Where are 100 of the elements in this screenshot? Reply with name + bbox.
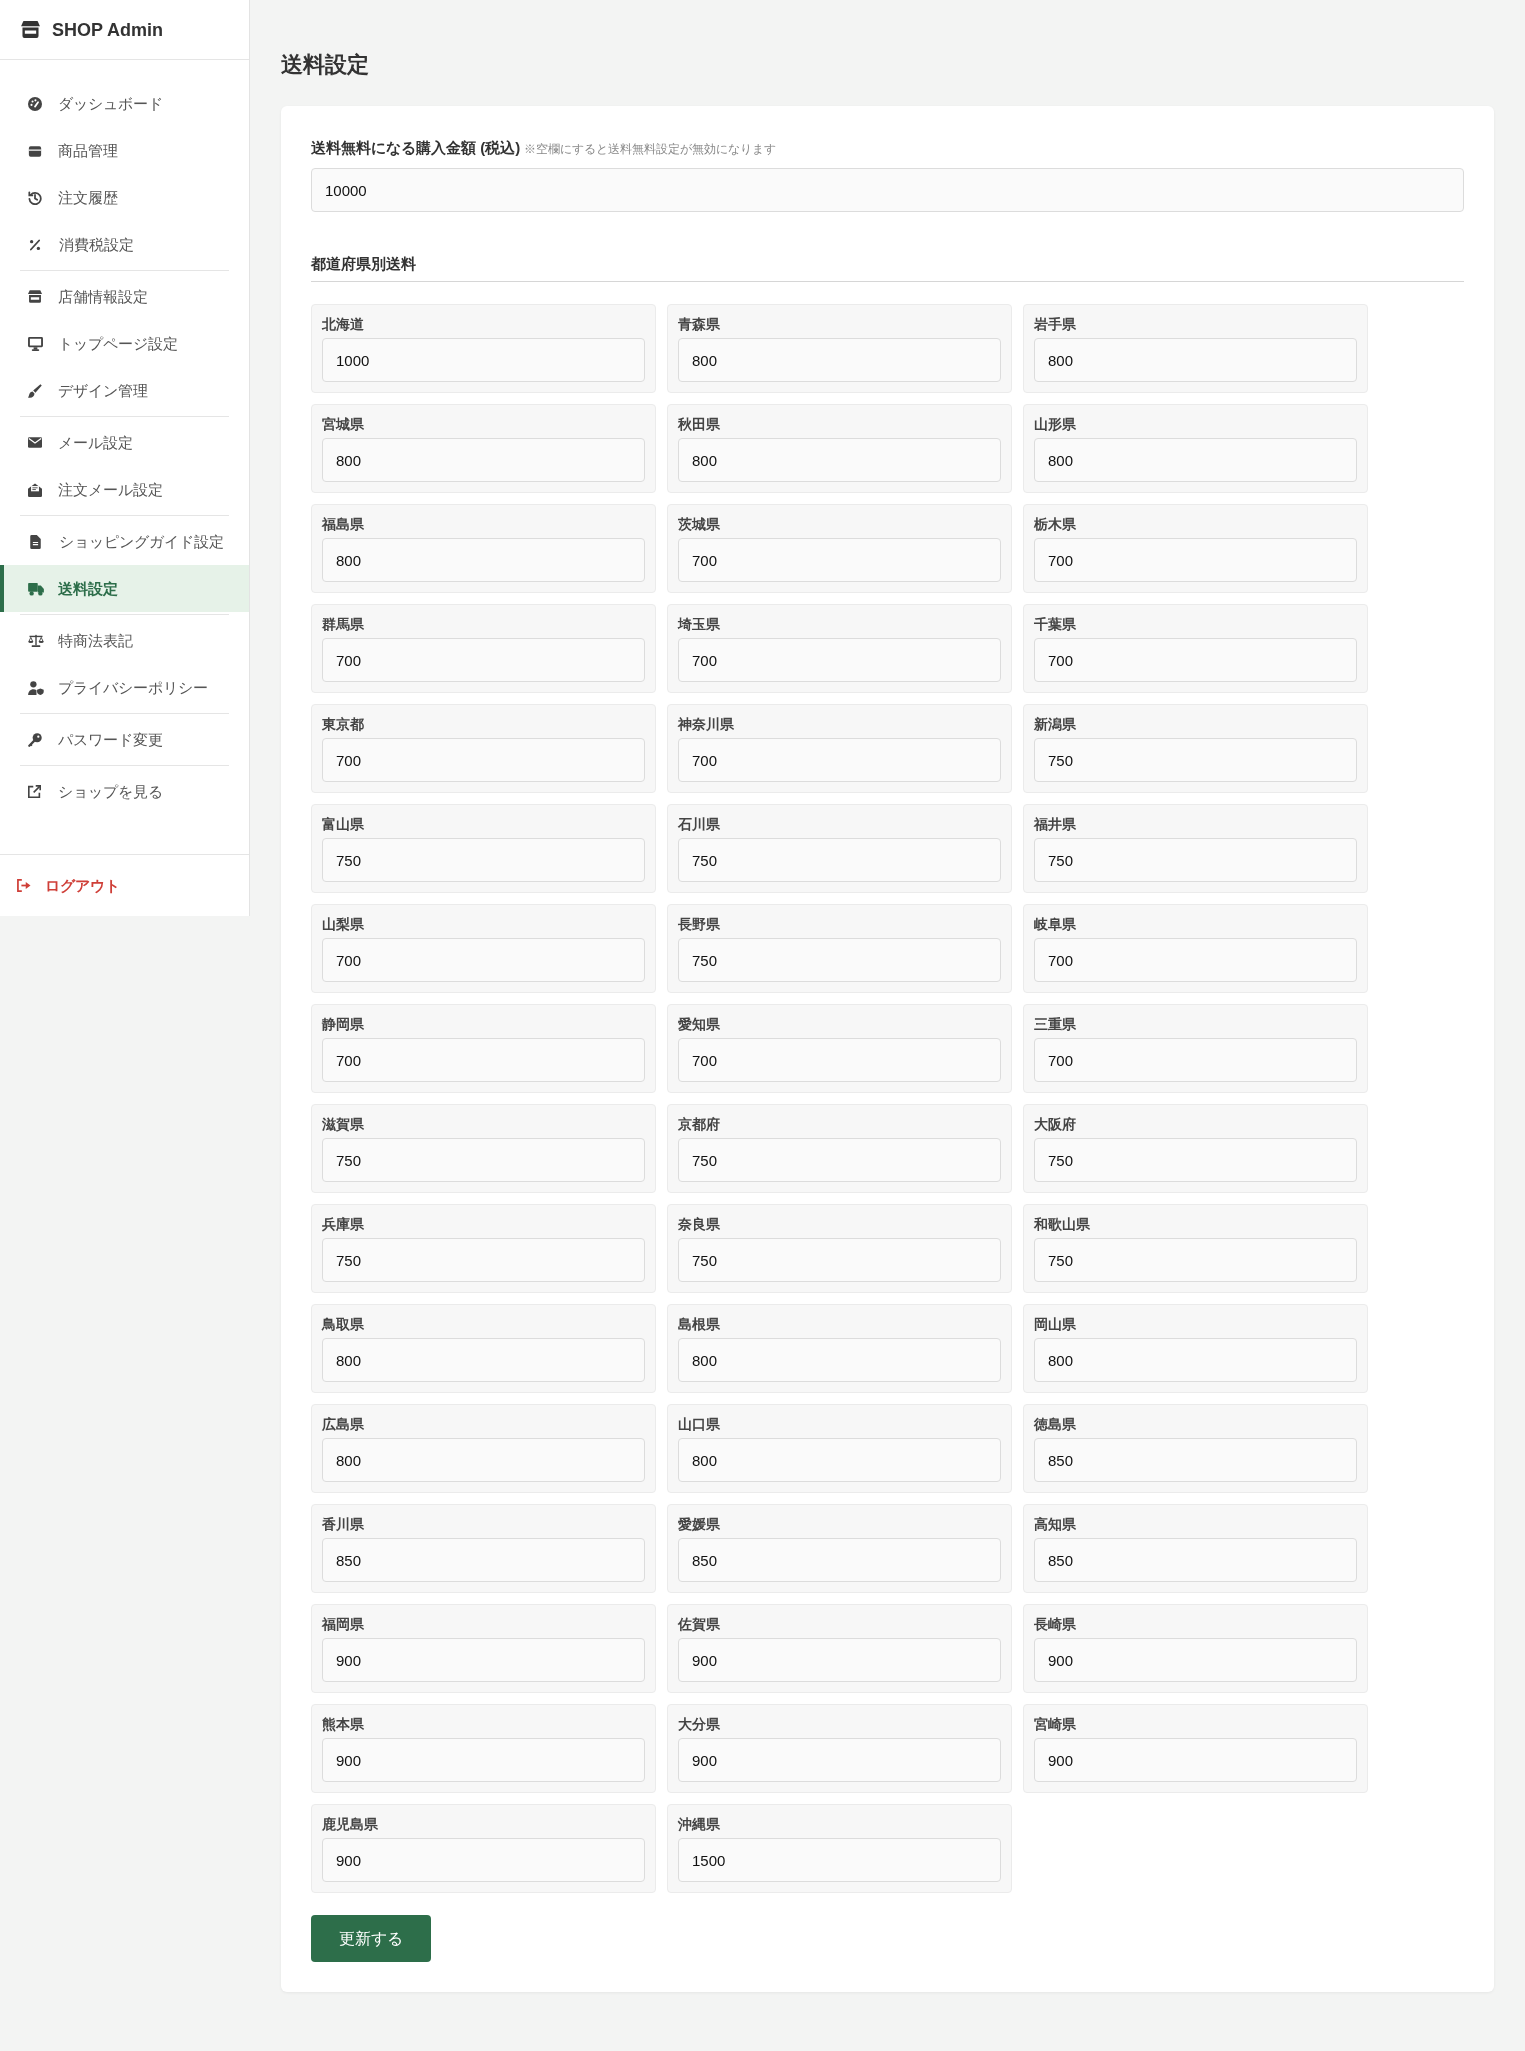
nav-item[interactable]: プライバシーポリシー — [0, 664, 249, 711]
prefecture-label: 福島県 — [322, 515, 365, 533]
fee-input[interactable]: 800 — [322, 1438, 645, 1482]
monitor-icon — [28, 336, 43, 351]
history-icon — [28, 190, 42, 205]
fee-input[interactable]: 900 — [1034, 1738, 1357, 1782]
prefecture-label: 北海道 — [322, 315, 365, 333]
fee-input[interactable]: 900 — [678, 1638, 1001, 1682]
prefecture-label: 島根県 — [678, 1315, 721, 1333]
fee-input[interactable]: 800 — [1034, 338, 1357, 382]
prefecture-label: 長野県 — [678, 915, 721, 933]
fee-input[interactable]: 700 — [678, 738, 1001, 782]
prefecture-label: 静岡県 — [322, 1015, 365, 1033]
fee-input[interactable]: 1000 — [322, 338, 645, 382]
fee-input[interactable]: 900 — [322, 1638, 645, 1682]
fee-input[interactable]: 700 — [678, 538, 1001, 582]
section-heading: 都道府県別送料 — [311, 254, 417, 274]
store-icon — [28, 290, 42, 303]
brand-title: SHOP Admin — [52, 18, 163, 42]
nav-item[interactable]: 消費税設定 — [0, 221, 249, 268]
prefecture-label: 福岡県 — [322, 1615, 365, 1633]
fee-input[interactable]: 750 — [322, 1238, 645, 1282]
nav-item[interactable]: パスワード変更 — [0, 716, 249, 763]
fee-input[interactable]: 850 — [322, 1538, 645, 1582]
external-link-icon — [28, 785, 41, 798]
percent-icon — [29, 238, 41, 251]
prefecture-label: 徳島県 — [1034, 1415, 1077, 1433]
fee-input[interactable]: 750 — [322, 1138, 645, 1182]
fee-input[interactable]: 700 — [1034, 1038, 1357, 1082]
paintbrush-icon — [28, 383, 42, 398]
update-button[interactable]: 更新する — [311, 1915, 431, 1962]
fee-input[interactable]: 800 — [678, 1338, 1001, 1382]
fee-input[interactable]: 800 — [678, 1438, 1001, 1482]
prefecture-label: 茨城県 — [678, 515, 721, 533]
fee-input[interactable]: 850 — [1034, 1538, 1357, 1582]
nav-item[interactable]: 店舗情報設定 — [0, 273, 249, 320]
page-title: 送料設定 — [281, 51, 370, 79]
fee-input[interactable]: 900 — [322, 1738, 645, 1782]
fee-input[interactable]: 800 — [322, 538, 645, 582]
prefecture-label: 三重県 — [1034, 1015, 1077, 1033]
fee-input[interactable]: 800 — [322, 438, 645, 482]
fee-input[interactable]: 750 — [1034, 838, 1357, 882]
fee-input[interactable]: 1500 — [678, 1838, 1001, 1882]
fee-input[interactable]: 700 — [322, 938, 645, 982]
nav-item[interactable]: デザイン管理 — [0, 367, 249, 414]
fee-input[interactable]: 750 — [1034, 1138, 1357, 1182]
prefecture-label: 奈良県 — [678, 1215, 721, 1233]
fee-input[interactable]: 800 — [322, 1338, 645, 1382]
prefecture-label: 京都府 — [678, 1115, 721, 1133]
prefecture-label: 石川県 — [678, 815, 721, 833]
fee-input[interactable]: 750 — [322, 838, 645, 882]
prefecture-label: 鳥取県 — [322, 1315, 365, 1333]
fee-input[interactable]: 800 — [1034, 438, 1357, 482]
fee-input[interactable]: 700 — [322, 738, 645, 782]
fee-input[interactable]: 800 — [678, 338, 1001, 382]
scale-icon — [28, 634, 44, 647]
fee-input[interactable]: 750 — [678, 938, 1001, 982]
fee-input[interactable]: 750 — [1034, 738, 1357, 782]
prefecture-label: 青森県 — [678, 315, 721, 333]
logout-link[interactable]: ログアウト — [17, 875, 120, 896]
field-label: 送料無料になる購入金額 (税込) — [311, 138, 521, 158]
nav-item[interactable]: 注文履歴 — [0, 174, 249, 221]
nav-item[interactable]: 送料設定 — [0, 565, 249, 612]
fee-input[interactable]: 900 — [1034, 1638, 1357, 1682]
nav-item[interactable]: ダッシュボード — [0, 80, 249, 127]
prefecture-label: 高知県 — [1034, 1515, 1077, 1533]
user-shield-icon — [28, 680, 44, 695]
prefecture-label: 山形県 — [1034, 415, 1077, 433]
fee-input[interactable]: 700 — [322, 638, 645, 682]
fee-input[interactable]: 700 — [322, 1038, 645, 1082]
amount-input[interactable]: 10000 — [311, 168, 1464, 212]
prefecture-label: 沖縄県 — [678, 1815, 721, 1833]
fee-input[interactable]: 850 — [1034, 1438, 1357, 1482]
fee-input[interactable]: 800 — [1034, 1338, 1357, 1382]
fee-input[interactable]: 750 — [678, 838, 1001, 882]
nav-item[interactable]: ショッピングガイド設定 — [0, 518, 249, 565]
nav-item[interactable]: トップページ設定 — [0, 320, 249, 367]
prefecture-label: 秋田県 — [678, 415, 721, 433]
fee-input[interactable]: 700 — [1034, 538, 1357, 582]
prefecture-label: 和歌山県 — [1034, 1215, 1091, 1233]
fee-input[interactable]: 750 — [678, 1138, 1001, 1182]
fee-input[interactable]: 700 — [1034, 638, 1357, 682]
fee-input[interactable]: 800 — [678, 438, 1001, 482]
fee-input[interactable]: 700 — [678, 1038, 1001, 1082]
prefecture-label: 栃木県 — [1034, 515, 1077, 533]
nav-item[interactable]: 注文メール設定 — [0, 466, 249, 513]
fee-input[interactable]: 750 — [1034, 1238, 1357, 1282]
nav-item[interactable]: 商品管理 — [0, 127, 249, 174]
nav-item[interactable]: ショップを見る — [0, 768, 249, 815]
fee-input[interactable]: 700 — [1034, 938, 1357, 982]
prefecture-label: 大阪府 — [1034, 1115, 1077, 1133]
box-icon — [28, 143, 42, 158]
fee-input[interactable]: 900 — [678, 1738, 1001, 1782]
fee-input[interactable]: 850 — [678, 1538, 1001, 1582]
nav-item[interactable]: メール設定 — [0, 419, 249, 466]
fee-input[interactable]: 750 — [678, 1238, 1001, 1282]
fee-input[interactable]: 700 — [678, 638, 1001, 682]
nav-item[interactable]: 特商法表記 — [0, 617, 249, 664]
fee-input[interactable]: 900 — [322, 1838, 645, 1882]
prefecture-label: 熊本県 — [322, 1715, 365, 1733]
